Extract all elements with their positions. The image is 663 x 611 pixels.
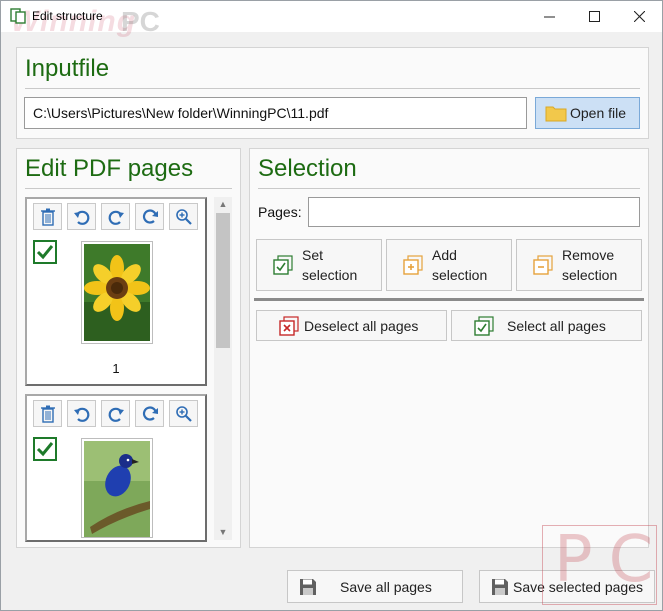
folder-icon bbox=[545, 106, 567, 122]
watermark-pc: PC bbox=[121, 6, 160, 37]
open-file-label: Open file bbox=[570, 105, 627, 121]
edit-pages-divider bbox=[25, 188, 232, 189]
save-icon bbox=[492, 578, 508, 595]
maximize-icon bbox=[588, 11, 600, 22]
edit-pages-heading: Edit PDF pages bbox=[25, 155, 194, 182]
pages-label: Pages: bbox=[258, 204, 302, 220]
edit-structure-window: Winning PC Edit structure Inputfile Open… bbox=[0, 0, 663, 611]
checkmark-icon bbox=[36, 245, 54, 260]
scroll-down-icon[interactable]: ▼ bbox=[214, 525, 232, 539]
rotate-right-button[interactable] bbox=[101, 203, 130, 230]
save-all-label: Save all pages bbox=[340, 578, 432, 595]
set-selection-label-line2: selection bbox=[302, 267, 358, 283]
set-selection-label-line1: Set bbox=[302, 247, 324, 263]
trash-icon bbox=[40, 208, 55, 226]
selection-heading: Selection bbox=[258, 155, 357, 182]
inputfile-heading: Inputfile bbox=[25, 55, 110, 82]
rotate-left-icon bbox=[73, 407, 89, 422]
delete-page-button[interactable] bbox=[33, 400, 62, 427]
page-card[interactable]: 1 bbox=[25, 197, 207, 386]
open-file-button[interactable]: Open file bbox=[535, 97, 640, 129]
set-selection-icon bbox=[273, 255, 293, 275]
remove-selection-label-line1: Remove bbox=[562, 247, 615, 263]
minimize-button[interactable] bbox=[526, 1, 572, 32]
close-button[interactable] bbox=[616, 1, 662, 32]
add-selection-icon bbox=[403, 255, 423, 275]
pages-scrollbar[interactable]: ▲ ▼ bbox=[214, 197, 232, 540]
remove-selection-icon bbox=[533, 255, 553, 275]
pages-input[interactable] bbox=[308, 197, 640, 227]
scrollbar-thumb[interactable] bbox=[216, 213, 230, 348]
trash-icon bbox=[40, 405, 55, 423]
inputfile-divider bbox=[25, 88, 640, 89]
zoom-in-icon bbox=[175, 208, 192, 225]
page-select-checkbox[interactable] bbox=[33, 240, 57, 264]
remove-selection-label-line2: selection bbox=[562, 267, 618, 283]
watermark-pc-big: PC bbox=[554, 523, 663, 597]
remove-selection-button[interactable]: Remove selection bbox=[516, 239, 642, 291]
close-icon bbox=[633, 11, 645, 22]
rotate-right-icon bbox=[108, 210, 124, 225]
blue-bird-image bbox=[84, 441, 150, 537]
window-title: Edit structure bbox=[32, 9, 103, 23]
rotate-right-button[interactable] bbox=[101, 400, 130, 427]
refresh-button[interactable] bbox=[135, 400, 164, 427]
page-select-checkbox[interactable] bbox=[33, 437, 57, 461]
delete-page-button[interactable] bbox=[33, 203, 62, 230]
rotate-left-button[interactable] bbox=[67, 400, 96, 427]
selection-divider bbox=[258, 188, 640, 189]
select-all-label: Select all pages bbox=[507, 317, 606, 334]
refresh-icon bbox=[142, 405, 158, 421]
selection-separator bbox=[254, 298, 644, 301]
scroll-up-icon[interactable]: ▲ bbox=[214, 197, 232, 211]
rotate-right-icon bbox=[108, 407, 124, 422]
checkmark-icon bbox=[36, 442, 54, 457]
deselect-all-label: Deselect all pages bbox=[304, 317, 419, 334]
add-selection-label-line1: Add bbox=[432, 247, 457, 263]
maximize-button[interactable] bbox=[571, 1, 617, 32]
zoom-button[interactable] bbox=[169, 203, 198, 230]
page-thumbnail bbox=[81, 241, 153, 344]
title-bar: Winning PC Edit structure bbox=[1, 1, 662, 38]
save-all-button[interactable]: Save all pages bbox=[287, 570, 463, 603]
rotate-left-button[interactable] bbox=[67, 203, 96, 230]
minimize-icon bbox=[543, 16, 555, 18]
app-icon bbox=[10, 8, 26, 24]
save-icon bbox=[300, 578, 316, 595]
deselect-all-button[interactable]: Deselect all pages bbox=[256, 310, 447, 341]
select-all-button[interactable]: Select all pages bbox=[451, 310, 642, 341]
refresh-icon bbox=[142, 208, 158, 224]
deselect-icon bbox=[279, 315, 299, 336]
refresh-button[interactable] bbox=[135, 203, 164, 230]
page-number: 1 bbox=[112, 361, 120, 376]
add-selection-button[interactable]: Add selection bbox=[386, 239, 512, 291]
set-selection-button[interactable]: Set selection bbox=[256, 239, 382, 291]
sunflower-image bbox=[84, 244, 150, 341]
input-path-field[interactable] bbox=[24, 97, 527, 129]
page-thumbnail bbox=[81, 438, 153, 538]
page-card[interactable] bbox=[25, 394, 207, 542]
add-selection-label-line2: selection bbox=[432, 267, 488, 283]
zoom-in-icon bbox=[175, 405, 192, 422]
select-all-icon bbox=[474, 315, 494, 336]
rotate-left-icon bbox=[73, 210, 89, 225]
zoom-button[interactable] bbox=[169, 400, 198, 427]
